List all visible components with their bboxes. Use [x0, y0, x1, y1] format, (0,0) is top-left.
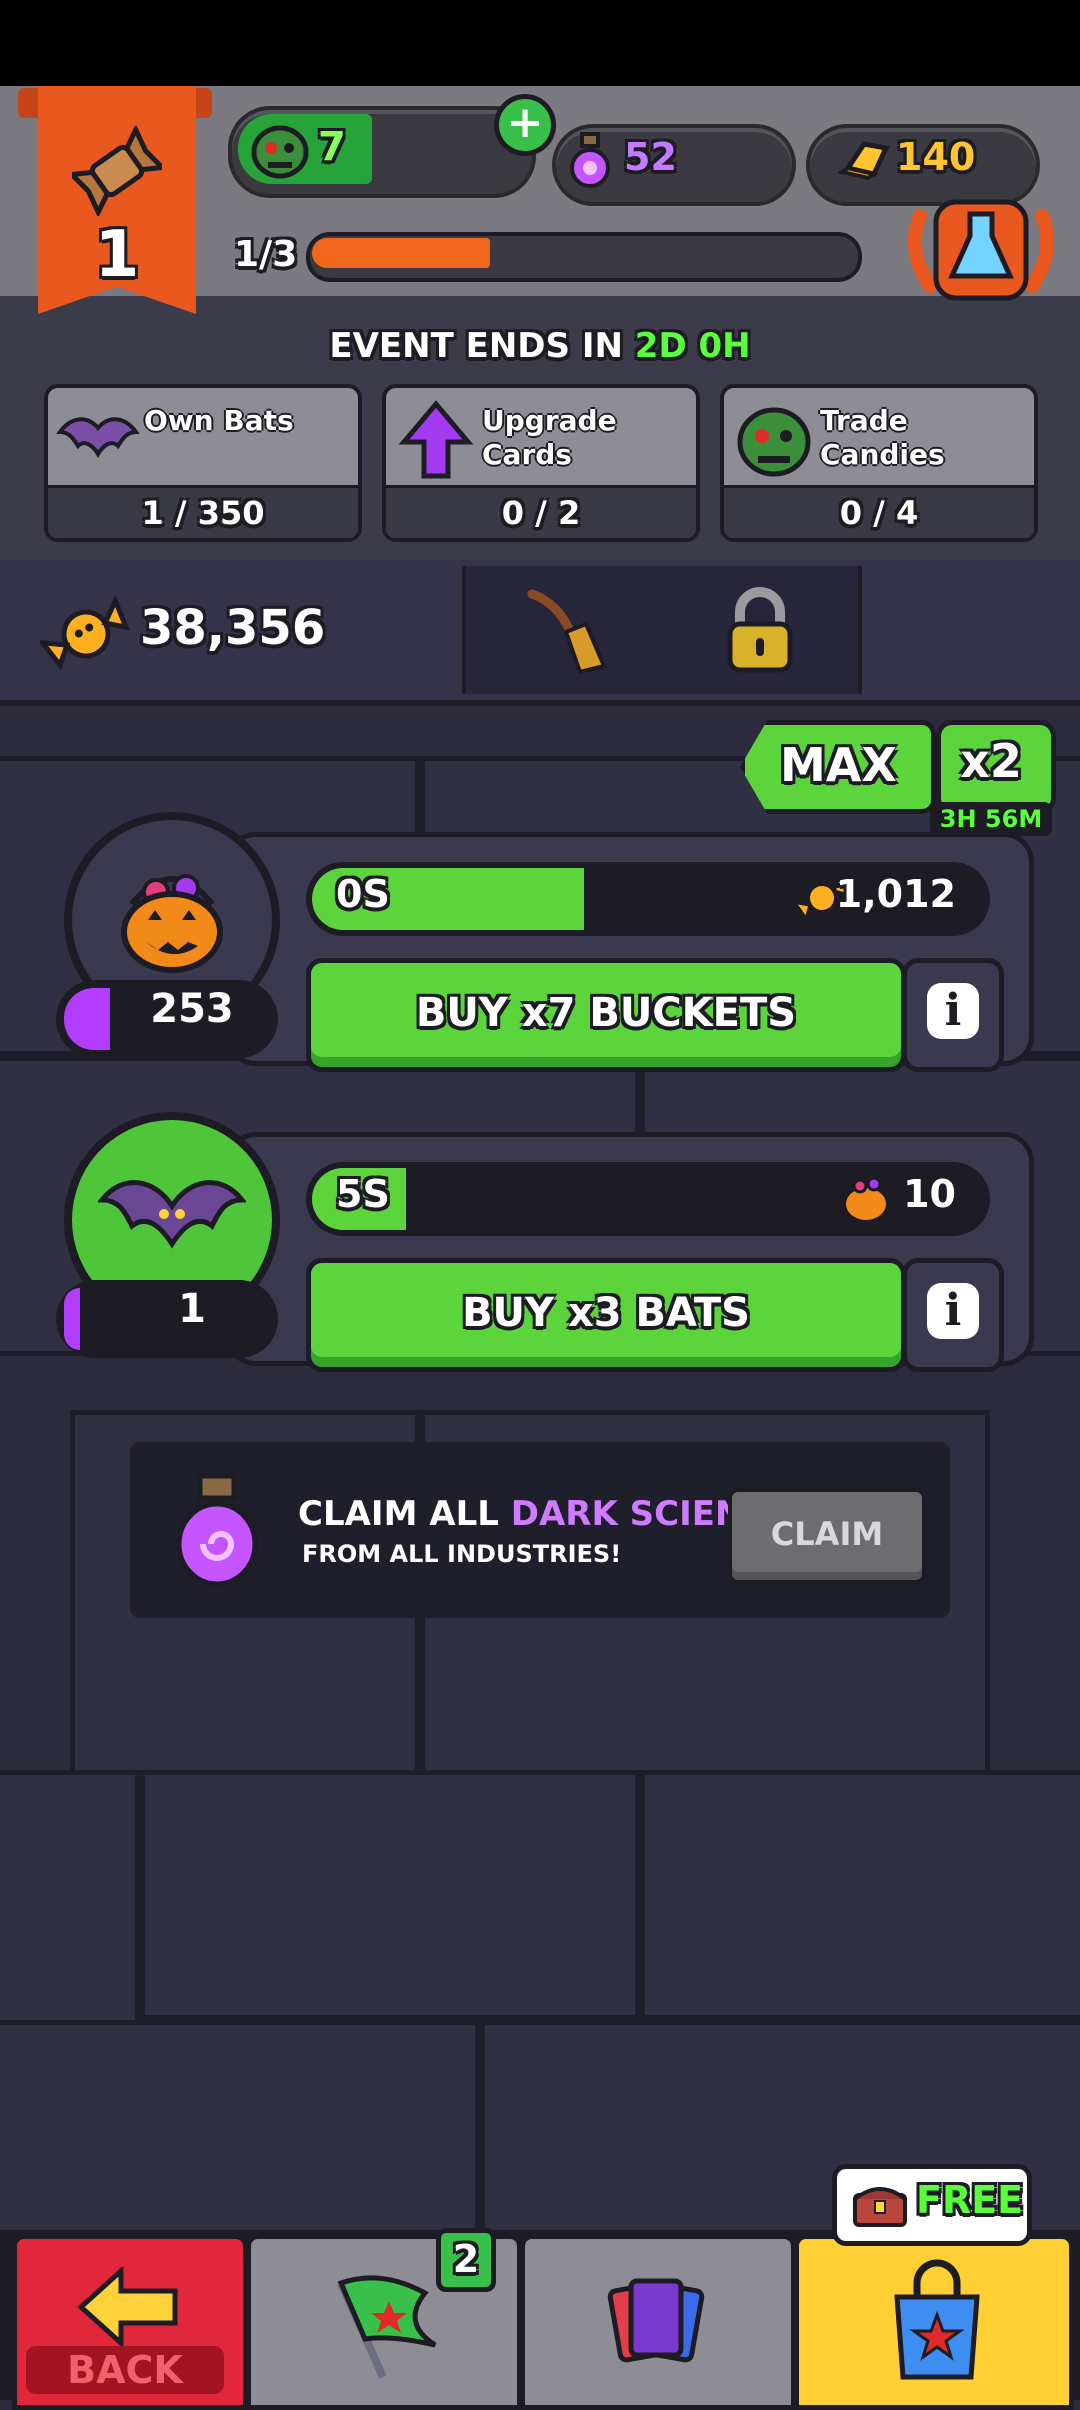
owned-count-pill: 1	[56, 1280, 278, 1358]
owned-count-pill: 253	[56, 980, 278, 1058]
shopping-bag-icon	[894, 2259, 980, 2380]
candy-currency-icon	[40, 596, 130, 671]
cards-button[interactable]	[520, 2234, 796, 2410]
task-card-own-bats[interactable]: Own Bats 1 / 350	[44, 384, 362, 542]
event-timer-value: 2D 0H	[634, 326, 751, 366]
treasure-chest-icon	[853, 2187, 907, 2227]
gold-count: 140	[896, 135, 976, 179]
free-label: FREE	[916, 2178, 1024, 2222]
task-progress: 0 / 4	[724, 485, 1034, 538]
pumpkin-bucket-icon	[842, 1176, 890, 1224]
bat-icon	[56, 417, 140, 458]
event-timer: EVENT ENDS IN 2D 0H	[0, 326, 1080, 366]
wall-brick	[0, 2020, 480, 2240]
flag-icon	[337, 2275, 437, 2379]
production-reward: 10	[903, 1172, 956, 1216]
dark-science-potion-icon	[176, 1473, 258, 1587]
task-card-trade-candies[interactable]: Trade Candies 0 / 4	[720, 384, 1038, 542]
claim-button[interactable]: CLAIM	[728, 1488, 926, 1584]
claim-title-prefix: CLAIM ALL	[298, 1494, 511, 1534]
bat-info-button[interactable]: i	[902, 1258, 1004, 1372]
task-label: Own Bats	[144, 404, 294, 437]
cards-icon	[607, 2278, 705, 2363]
shop-button[interactable]	[794, 2234, 1074, 2410]
owned-count-fill	[64, 988, 110, 1050]
lock-icon	[727, 587, 793, 673]
tab-broom[interactable]	[462, 566, 666, 694]
claim-title: CLAIM ALL DARK SCIENCE	[298, 1494, 792, 1534]
wall-brick	[140, 1770, 640, 2020]
info-icon: i	[927, 1283, 979, 1339]
potion-count: 52	[624, 135, 677, 179]
zombie-icon	[737, 407, 811, 477]
pumpkin-bucket-icon	[121, 874, 223, 973]
upgrade-arrow-icon	[398, 400, 474, 479]
task-progress: 1 / 350	[48, 485, 358, 538]
level-progress-fill	[312, 238, 490, 268]
production-reward: 1,012	[835, 872, 956, 916]
missions-badge: 2	[436, 2228, 496, 2292]
back-arrow-icon	[77, 2267, 178, 2347]
production-timer: 0S	[336, 872, 390, 916]
production-timer-bar: 0S 1,012	[306, 862, 990, 936]
bat-icon	[98, 1180, 246, 1249]
potion-icon	[570, 132, 610, 188]
broom-icon	[527, 589, 607, 675]
claim-subtitle: FROM ALL INDUSTRIES!	[302, 1540, 622, 1568]
task-label: Upgrade Cards	[482, 404, 617, 471]
production-timer-bar: 5S 10	[306, 1162, 990, 1236]
buy-buckets-button[interactable]: BUY x7 BUCKETS	[306, 958, 906, 1072]
buy-bats-button[interactable]: BUY x3 BATS	[306, 1258, 906, 1372]
gold-bar-icon	[838, 141, 890, 181]
bucket-info-button[interactable]: i	[902, 958, 1004, 1072]
owned-count-fill	[64, 1288, 80, 1350]
multiplier-label: x2	[960, 734, 1022, 788]
event-timer-prefix: EVENT ENDS IN	[329, 326, 635, 366]
production-timer: 5S	[336, 1172, 390, 1216]
task-label: Trade Candies	[820, 404, 945, 471]
max-label: MAX	[780, 738, 897, 792]
owned-count: 253	[150, 986, 234, 1032]
back-label: BACK	[26, 2346, 224, 2394]
task-progress: 0 / 2	[386, 485, 696, 538]
info-icon: i	[927, 983, 979, 1039]
candy-icon	[72, 126, 162, 216]
add-zombie-button[interactable]: +	[494, 94, 556, 156]
tab-locked[interactable]	[662, 566, 862, 694]
level-number: 1	[94, 218, 140, 292]
task-card-upgrade-cards[interactable]: Upgrade Cards 0 / 2	[382, 384, 700, 542]
level-progress-label: 1/3	[234, 234, 298, 275]
status-bar	[0, 0, 1080, 86]
zombie-count: 7	[318, 124, 346, 170]
owned-count: 1	[178, 1286, 206, 1332]
candy-total: 38,356	[140, 600, 326, 656]
zombie-icon	[251, 125, 309, 179]
science-flask-icon[interactable]	[900, 196, 1062, 304]
wall-brick	[640, 1770, 1080, 2020]
multiplier-timer: 3H 56M	[930, 802, 1052, 836]
